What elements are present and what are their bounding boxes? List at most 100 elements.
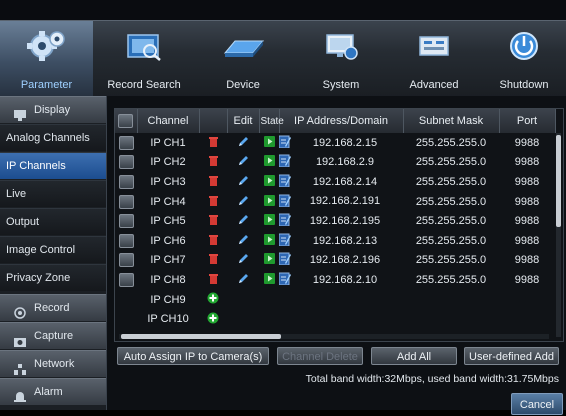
row-mask: 255.255.255.0 [415, 215, 487, 228]
sidebar-item-privacy-zone[interactable]: Privacy Zone [0, 264, 106, 291]
edit-icon[interactable] [227, 270, 259, 290]
delete-icon[interactable] [199, 211, 227, 231]
toolbar-system[interactable]: System [294, 21, 388, 97]
state-play-icon[interactable] [259, 270, 279, 290]
delete-icon[interactable] [199, 192, 227, 212]
config-note-icon[interactable] [278, 233, 291, 249]
table-row[interactable]: IP CH8 192.168.2.10 255.255.255.0 9988 [115, 270, 555, 290]
add-all-button[interactable]: Add All [371, 347, 457, 365]
toolbar-record-search[interactable]: Record Search [96, 21, 192, 97]
config-note-icon[interactable] [278, 135, 291, 151]
horizontal-scrollbar[interactable] [119, 334, 549, 339]
row-checkbox[interactable] [115, 172, 137, 192]
config-note-icon[interactable] [278, 213, 291, 229]
edit-icon[interactable] [227, 211, 259, 231]
sidebar-capture[interactable]: Capture [0, 322, 106, 349]
row-checkbox[interactable] [115, 153, 137, 173]
auto-assign-ip-button[interactable]: Auto Assign IP to Camera(s) [117, 347, 269, 365]
row-checkbox[interactable] [115, 211, 137, 231]
toolbar-shutdown[interactable]: Shutdown [482, 21, 566, 97]
delete-icon[interactable] [199, 153, 227, 173]
sidebar-display[interactable]: Display [0, 96, 106, 123]
dvr-window: Parameter Record Search Device System Ad… [0, 0, 566, 415]
table-row-empty[interactable]: IP CH9 [115, 290, 555, 310]
toolbar-shutdown-label: Shutdown [499, 79, 549, 91]
sidebar-record[interactable]: Record [0, 294, 106, 321]
table-body: IP CH1 192.168.2.15 255.255.255.0 9988 IP CH… [115, 133, 555, 329]
col-header-mask: Subnet Mask [403, 109, 500, 133]
config-note-icon[interactable] [278, 174, 291, 190]
row-ip-text: 192.168.2.195 [309, 215, 381, 228]
edit-icon[interactable] [227, 133, 259, 153]
table-row[interactable]: IP CH2 192.168.2.9 255.255.255.0 9988 [115, 153, 555, 173]
config-note-icon[interactable] [278, 252, 291, 268]
sidebar: Display Analog Channels IP Channels Live… [0, 96, 107, 410]
toolbar-advanced[interactable]: Advanced [392, 21, 476, 97]
row-ip: 192.168.2.191 [278, 192, 403, 212]
table-row[interactable]: IP CH7 192.168.2.196 255.255.255.0 9988 [115, 251, 555, 271]
state-play-icon[interactable] [259, 133, 279, 153]
toolbar-device[interactable]: Device [196, 21, 290, 97]
state-play-icon[interactable] [259, 153, 279, 173]
table-row[interactable]: IP CH4 192.168.2.191 255.255.255.0 9988 [115, 192, 555, 212]
delete-icon[interactable] [199, 270, 227, 290]
delete-icon[interactable] [199, 231, 227, 251]
table-row[interactable]: IP CH1 192.168.2.15 255.255.255.0 9988 [115, 133, 555, 153]
sidebar-item-live[interactable]: Live [0, 180, 106, 207]
table-row[interactable]: IP CH5 192.168.2.195 255.255.255.0 9988 [115, 211, 555, 231]
vertical-scroll-thumb[interactable] [556, 135, 561, 227]
delete-icon[interactable] [199, 172, 227, 192]
config-note-icon[interactable] [278, 194, 291, 210]
sidebar-item-label: Live [6, 188, 27, 200]
toolbar-parameter[interactable]: Parameter [0, 21, 93, 97]
delete-icon[interactable] [199, 251, 227, 271]
state-play-icon[interactable] [259, 192, 279, 212]
add-channel-icon[interactable] [199, 290, 227, 310]
table-row[interactable]: IP CH6 192.168.2.13 255.255.255.0 9988 [115, 231, 555, 251]
row-checkbox[interactable] [115, 270, 137, 290]
vertical-scrollbar[interactable] [556, 133, 561, 337]
edit-icon[interactable] [227, 192, 259, 212]
row-checkbox[interactable] [115, 133, 137, 153]
table-row[interactable]: IP CH3 192.168.2.14 255.255.255.0 9988 [115, 172, 555, 192]
state-play-icon[interactable] [259, 251, 279, 271]
edit-icon[interactable] [227, 231, 259, 251]
monitor-settings-icon [321, 29, 361, 66]
state-play-icon[interactable] [259, 211, 279, 231]
sidebar-item-image-control[interactable]: Image Control [0, 236, 106, 263]
sidebar-item-ip-channels[interactable]: IP Channels [0, 152, 106, 179]
state-play-icon[interactable] [259, 231, 279, 251]
row-port: 9988 [514, 273, 540, 286]
cancel-button[interactable]: Cancel [511, 393, 563, 415]
user-defined-add-button[interactable]: User-defined Add [464, 347, 559, 365]
row-checkbox[interactable] [115, 251, 137, 271]
sidebar-item-output[interactable]: Output [0, 208, 106, 235]
ip-channel-table: Channel Edit State IP Address/Domain Sub… [114, 108, 564, 342]
table-row-empty[interactable]: IP CH10 [115, 309, 555, 329]
sidebar-network[interactable]: Network [0, 350, 106, 377]
gears-icon [26, 29, 67, 66]
row-ip-text: 192.168.2.196 [309, 254, 381, 267]
sidebar-capture-label: Capture [34, 330, 74, 342]
state-play-icon[interactable] [259, 172, 279, 192]
delete-icon[interactable] [199, 133, 227, 153]
toolbar-device-label: Device [226, 79, 260, 91]
sidebar-alarm[interactable]: Alarm [0, 378, 106, 405]
add-channel-icon[interactable] [199, 309, 227, 329]
edit-icon[interactable] [227, 251, 259, 271]
row-channel: IP CH3 [150, 175, 186, 188]
record-search-icon [124, 29, 164, 66]
config-note-icon[interactable] [278, 272, 291, 288]
config-note-icon[interactable] [278, 154, 291, 170]
edit-icon[interactable] [227, 153, 259, 173]
channel-delete-button[interactable]: Channel Delete [277, 347, 363, 365]
row-mask: 255.255.255.0 [415, 175, 487, 188]
horizontal-scroll-thumb[interactable] [121, 334, 281, 339]
top-toolbar: Parameter Record Search Device System Ad… [0, 20, 566, 97]
row-ip-text: 192.168.2.10 [312, 273, 378, 286]
sidebar-item-analog-channels[interactable]: Analog Channels [0, 124, 106, 151]
edit-icon[interactable] [227, 172, 259, 192]
row-checkbox[interactable] [115, 192, 137, 212]
select-all-checkbox[interactable] [115, 109, 138, 133]
row-checkbox[interactable] [115, 231, 137, 251]
